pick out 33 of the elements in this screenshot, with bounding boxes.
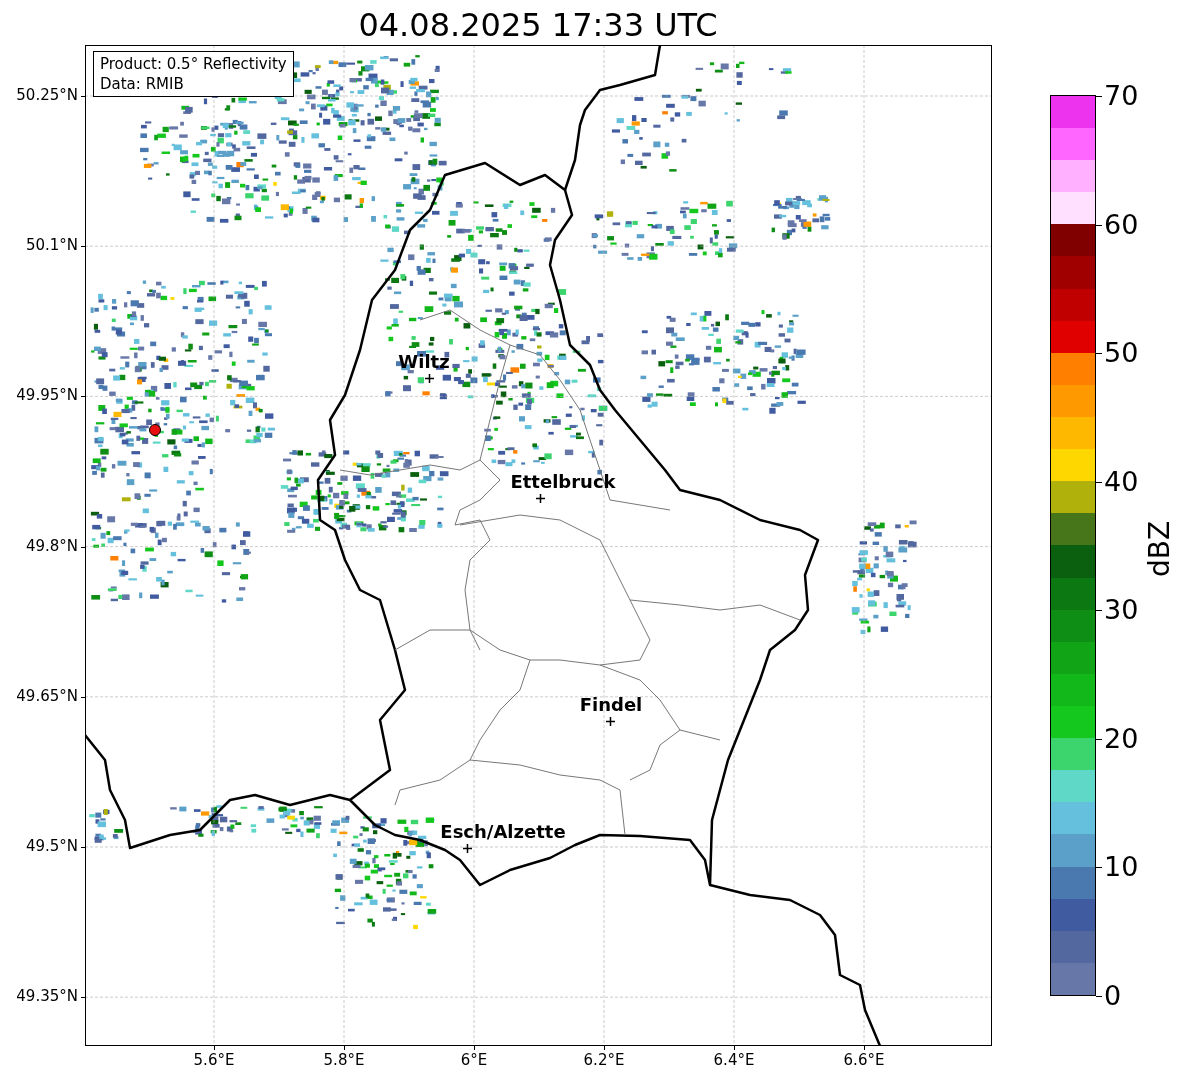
city-marker-icon bbox=[605, 716, 615, 726]
axis-tick-label: 5.6°E bbox=[193, 1053, 235, 1068]
colorbar-tick-label: 40 bbox=[1104, 467, 1139, 495]
axis-tick-label: 49.8°N bbox=[24, 538, 78, 554]
axis-tick-label: 49.65°N bbox=[15, 688, 78, 704]
colorbar-tick-label: 50 bbox=[1104, 339, 1139, 367]
axis-tick-label: 49.35°N bbox=[15, 989, 78, 1005]
axis-tick-label: 50.1°N bbox=[24, 238, 78, 254]
colorbar-tick-label: 60 bbox=[1104, 210, 1139, 238]
city-label: Findel bbox=[579, 696, 643, 714]
city-label: Ettelbruck bbox=[510, 473, 616, 491]
city-label: Esch/Alzette bbox=[440, 823, 566, 841]
city-marker-icon bbox=[535, 493, 545, 503]
colorbar-label: dBZ bbox=[1146, 520, 1174, 578]
city-label: Wiltz bbox=[398, 353, 450, 371]
axis-tick-label: 6.2°E bbox=[583, 1053, 625, 1068]
colorbar-tick-label: 20 bbox=[1104, 724, 1139, 752]
axis-tick-label: 50.25°N bbox=[15, 88, 78, 103]
info-text: Data: RMIB bbox=[100, 74, 185, 94]
info-text: Product: 0.5° Reflectivity bbox=[100, 54, 287, 74]
chart-title: 04.08.2025 17:33 UTC bbox=[358, 9, 718, 41]
axis-tick-label: 49.5°N bbox=[24, 839, 78, 854]
colorbar-tick-label: 10 bbox=[1104, 853, 1139, 881]
axis-tick-label: 6.4°E bbox=[713, 1053, 755, 1068]
colorbar-tick-label: 70 bbox=[1104, 82, 1139, 109]
colorbar-tick-label: 30 bbox=[1104, 596, 1139, 624]
axis-tick-label: 49.95°N bbox=[15, 388, 78, 404]
city-marker-icon bbox=[424, 373, 434, 383]
axis-tick-label: 6°E bbox=[460, 1053, 488, 1068]
axis-tick-label: 6.6°E bbox=[843, 1053, 885, 1068]
colorbar-tick-label: 0 bbox=[1104, 982, 1122, 1009]
axis-tick-label: 5.8°E bbox=[323, 1053, 365, 1068]
city-marker-icon bbox=[462, 843, 472, 853]
